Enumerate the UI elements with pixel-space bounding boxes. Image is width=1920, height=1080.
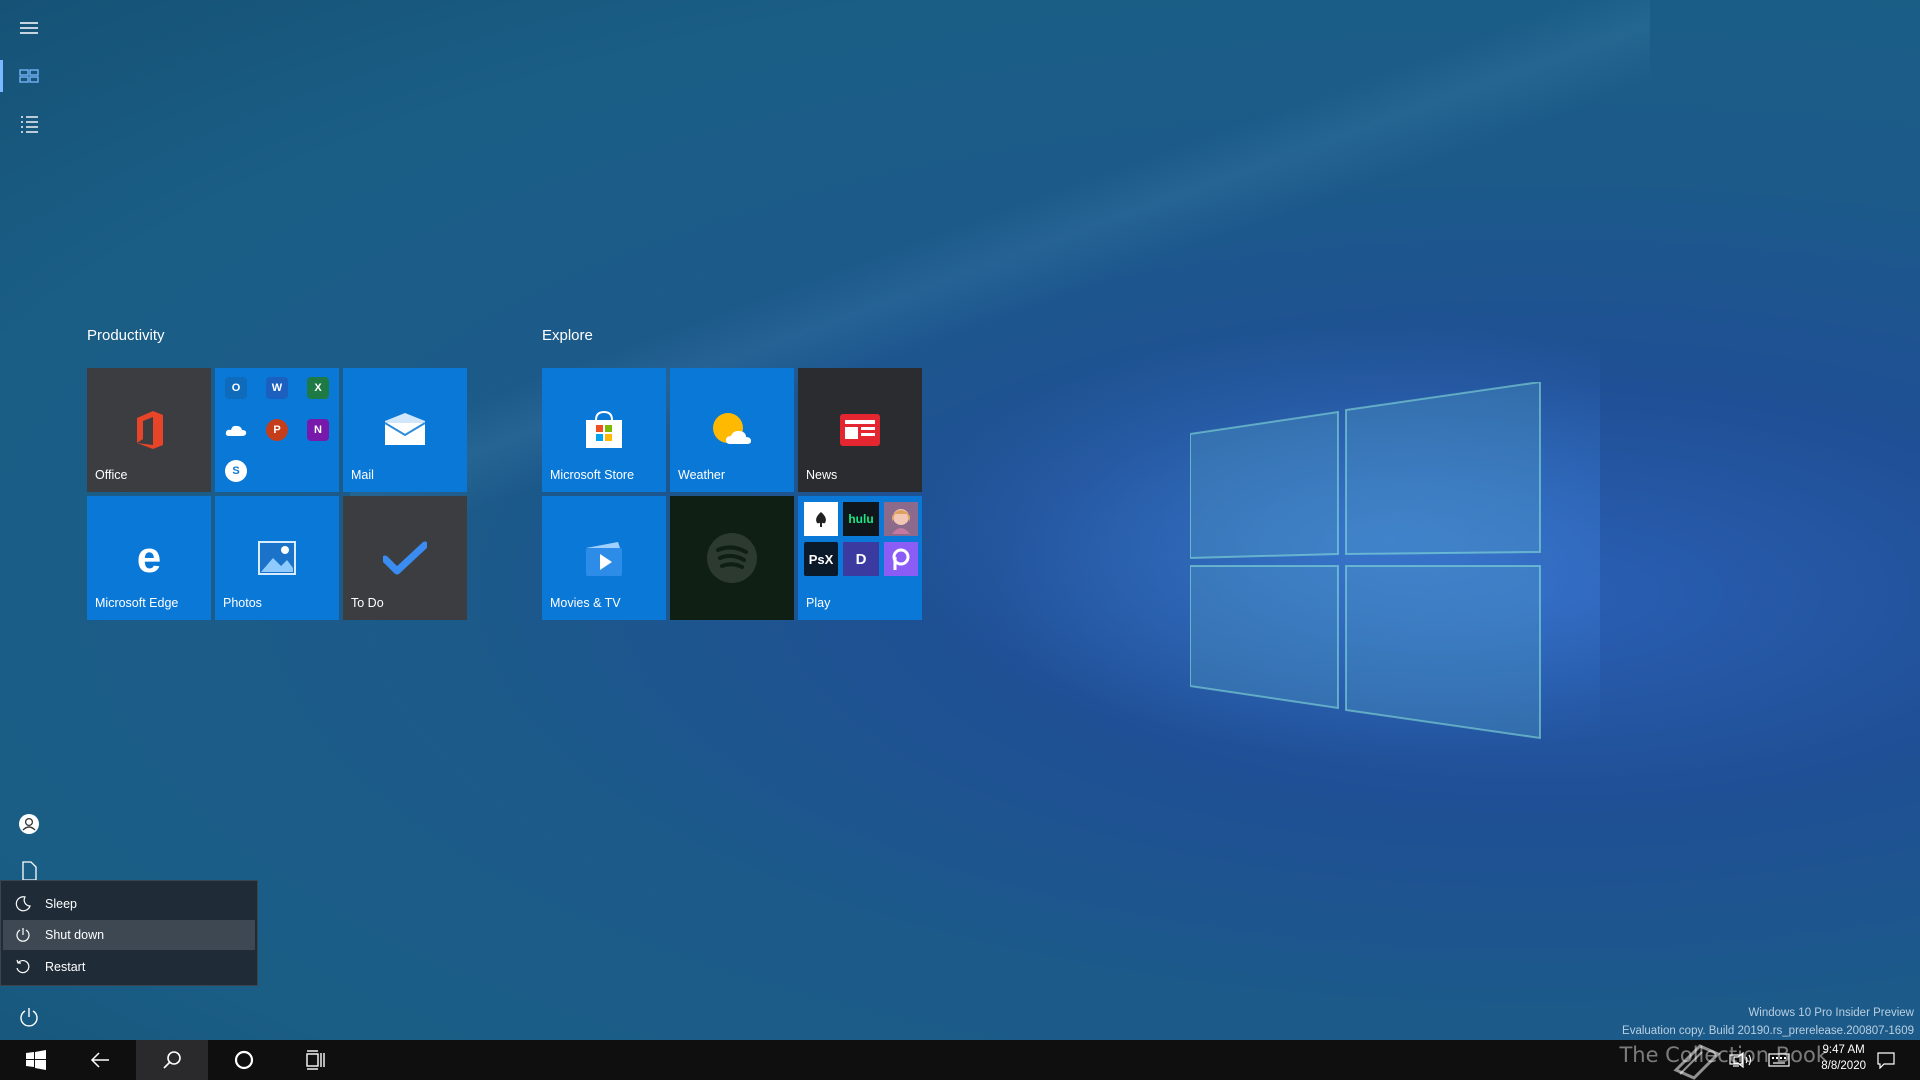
- checkmark-icon: [383, 541, 427, 575]
- edge-icon: e: [137, 538, 161, 578]
- menu-item-label: Restart: [45, 960, 86, 974]
- system-clock[interactable]: 9:47 AM 8/8/2020: [1821, 1042, 1866, 1074]
- onenote-icon: N: [307, 419, 329, 441]
- restart-icon: [16, 959, 30, 974]
- tile-label: Play: [806, 596, 831, 610]
- svg-text:e: e: [137, 538, 161, 578]
- tile-label: Photos: [223, 596, 262, 610]
- weather-icon: [713, 413, 751, 444]
- watermark-line-1: Windows 10 Pro Insider Preview: [1748, 1007, 1914, 1019]
- power-icon: [16, 928, 30, 942]
- news-icon: [840, 414, 880, 446]
- tile-microsoft-edge[interactable]: e Microsoft Edge: [87, 496, 211, 620]
- account-button[interactable]: [0, 800, 58, 848]
- tile-microsoft-store[interactable]: Microsoft Store: [542, 368, 666, 492]
- tile-play-folder[interactable]: hulu PsX D Play: [798, 496, 922, 620]
- search-icon: [163, 1051, 181, 1069]
- all-apps-button[interactable]: [0, 100, 58, 148]
- menu-item-label: Sleep: [45, 897, 77, 911]
- tile-mail[interactable]: Mail: [343, 368, 467, 492]
- tile-news[interactable]: News: [798, 368, 922, 492]
- power-menu: Sleep Shut down Restart: [0, 880, 258, 986]
- task-view-icon: [306, 1050, 325, 1070]
- skype-icon: S: [225, 460, 247, 482]
- sleep-menu-item[interactable]: Sleep: [3, 889, 255, 919]
- photos-icon: [258, 541, 296, 575]
- tile-label: Microsoft Store: [550, 468, 635, 482]
- document-icon: [22, 861, 37, 881]
- photoshop-express-icon: PsX: [804, 542, 838, 576]
- spotify-icon: [707, 533, 757, 583]
- windows-logo-icon: [26, 1050, 46, 1070]
- mail-icon: [384, 413, 426, 445]
- clock-date: 8/8/2020: [1821, 1060, 1866, 1072]
- expand-menu-button[interactable]: [0, 4, 58, 52]
- group-title-productivity[interactable]: Productivity: [87, 327, 165, 344]
- tile-label: Movies & TV: [550, 596, 621, 610]
- office-icon: [137, 411, 163, 449]
- notifications-icon: [1877, 1052, 1895, 1069]
- clock-time: 9:47 AM: [1822, 1044, 1865, 1056]
- dolby-icon: D: [843, 542, 879, 576]
- word-icon: W: [266, 377, 288, 399]
- windows-logo-wallpaper: [1190, 382, 1541, 740]
- cortana-button[interactable]: [208, 1040, 280, 1080]
- excel-icon: X: [307, 377, 329, 399]
- group-title-explore[interactable]: Explore: [542, 327, 593, 344]
- volume-icon: [1733, 1051, 1752, 1069]
- restart-menu-item[interactable]: Restart: [3, 952, 255, 982]
- tile-to-do[interactable]: To Do: [343, 496, 467, 620]
- movies-icon: [586, 542, 622, 576]
- tile-label: Office: [95, 468, 128, 482]
- shut-down-menu-item[interactable]: Shut down: [3, 920, 255, 950]
- evaluation-watermark: Windows 10 Pro Insider Preview Evaluatio…: [1622, 1004, 1914, 1040]
- power-button[interactable]: [0, 993, 58, 1041]
- tile-label: Weather: [678, 468, 726, 482]
- tile-label: Microsoft Edge: [95, 596, 179, 610]
- tile-label: News: [806, 468, 838, 482]
- hamburger-icon: [20, 22, 38, 34]
- tile-weather[interactable]: Weather: [670, 368, 794, 492]
- tile-office[interactable]: Office: [87, 368, 211, 492]
- tile-movies-tv[interactable]: Movies & TV: [542, 496, 666, 620]
- brand-watermark: The Collection Book: [1619, 1043, 1828, 1067]
- onedrive-icon: [225, 419, 247, 441]
- hulu-icon: hulu: [843, 502, 879, 536]
- powerpoint-icon: P: [266, 419, 288, 441]
- power-icon: [20, 1008, 38, 1027]
- outlook-icon: O: [225, 377, 247, 399]
- task-view-button[interactable]: [280, 1040, 352, 1080]
- volume-button[interactable]: [1732, 1040, 1754, 1080]
- solitaire-icon: [804, 502, 838, 536]
- keyboard-icon: [1768, 1053, 1790, 1067]
- tiles-icon: [19, 69, 39, 83]
- action-center-button[interactable]: [1876, 1040, 1896, 1080]
- moon-icon: [15, 896, 31, 912]
- search-button[interactable]: [136, 1040, 208, 1080]
- watermark-line-2: Evaluation copy. Build 20190.rs_prerelea…: [1622, 1025, 1914, 1037]
- game-character-icon: [884, 502, 918, 536]
- store-icon: [586, 410, 622, 448]
- tile-label: Mail: [351, 468, 374, 482]
- back-arrow-icon: [90, 1052, 109, 1068]
- tile-label: To Do: [351, 596, 384, 610]
- tile-office-apps-folder[interactable]: O W X P N S: [215, 368, 339, 492]
- list-icon: [21, 116, 38, 133]
- pinned-tiles-button[interactable]: [0, 52, 58, 100]
- cortana-circle-icon: [234, 1050, 254, 1070]
- menu-item-label: Shut down: [45, 928, 105, 942]
- user-icon: [19, 814, 39, 834]
- back-button[interactable]: [64, 1040, 136, 1080]
- tile-photos[interactable]: Photos: [215, 496, 339, 620]
- tile-spotify[interactable]: [670, 496, 794, 620]
- keyboard-tray[interactable]: [1768, 1040, 1790, 1080]
- picsart-icon: [884, 542, 918, 576]
- start-button[interactable]: [0, 1040, 72, 1080]
